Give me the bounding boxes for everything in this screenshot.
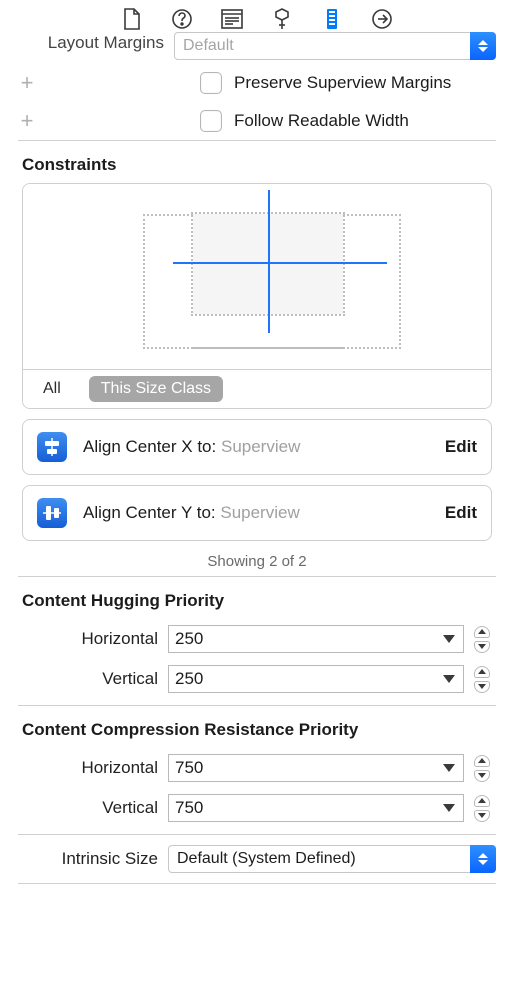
compression-v-combo[interactable]: 750 [168,794,464,822]
preserve-superview-checkbox[interactable] [200,72,222,94]
tab-all[interactable]: All [35,376,69,402]
intrinsic-select[interactable]: Default (System Defined) [168,845,496,873]
edit-button[interactable]: Edit [445,503,477,523]
compression-h-label: Horizontal [18,758,158,778]
constraint-row[interactable]: Align Center Y to: Superview Edit [22,485,492,541]
layout-margins-select[interactable]: Default [174,32,496,60]
constraints-caption: Showing 2 of 2 [0,541,514,576]
size-icon[interactable] [321,8,343,30]
identity-icon[interactable] [221,8,243,30]
align-center-y-icon [37,498,67,528]
hugging-title: Content Hugging Priority [0,577,514,619]
document-icon[interactable] [121,8,143,30]
intrinsic-value: Default (System Defined) [177,850,487,868]
compression-h-combo[interactable]: 750 [168,754,464,782]
compression-v-label: Vertical [18,798,158,818]
follow-readable-checkbox[interactable] [200,110,222,132]
attributes-icon[interactable] [271,8,293,30]
hugging-h-combo[interactable]: 250 [168,625,464,653]
chevron-updown-icon [470,845,496,873]
tab-this-size-class[interactable]: This Size Class [89,376,223,402]
go-icon[interactable] [371,8,393,30]
layout-margins-value: Default [183,37,487,55]
preserve-superview-label: Preserve Superview Margins [234,73,451,93]
help-icon[interactable] [171,8,193,30]
compression-h-stepper[interactable] [474,755,492,782]
intrinsic-label: Intrinsic Size [18,849,158,869]
compression-v-stepper[interactable] [474,795,492,822]
layout-margins-label: Layout Margins [18,33,164,53]
constraints-diagram[interactable] [23,184,491,370]
inspector-toolbar [0,0,514,34]
constraint-desc: Align Center X to: Superview [83,437,429,457]
constraint-desc: Align Center Y to: Superview [83,503,429,523]
center-y-line [173,262,387,264]
constraints-title: Constraints [0,141,514,183]
edit-button[interactable]: Edit [445,437,477,457]
hugging-v-stepper[interactable] [474,666,492,693]
hugging-v-label: Vertical [18,669,158,689]
follow-readable-label: Follow Readable Width [234,111,409,131]
align-center-x-icon [37,432,67,462]
constraint-row[interactable]: Align Center X to: Superview Edit [22,419,492,475]
add-button[interactable]: + [18,108,36,134]
add-button[interactable]: + [18,70,36,96]
chevron-updown-icon [470,32,496,60]
compression-title: Content Compression Resistance Priority [0,706,514,748]
baseline-outline [193,347,343,349]
hugging-h-stepper[interactable] [474,626,492,653]
hugging-v-combo[interactable]: 250 [168,665,464,693]
hugging-h-label: Horizontal [18,629,158,649]
constraints-box: All This Size Class [22,183,492,409]
